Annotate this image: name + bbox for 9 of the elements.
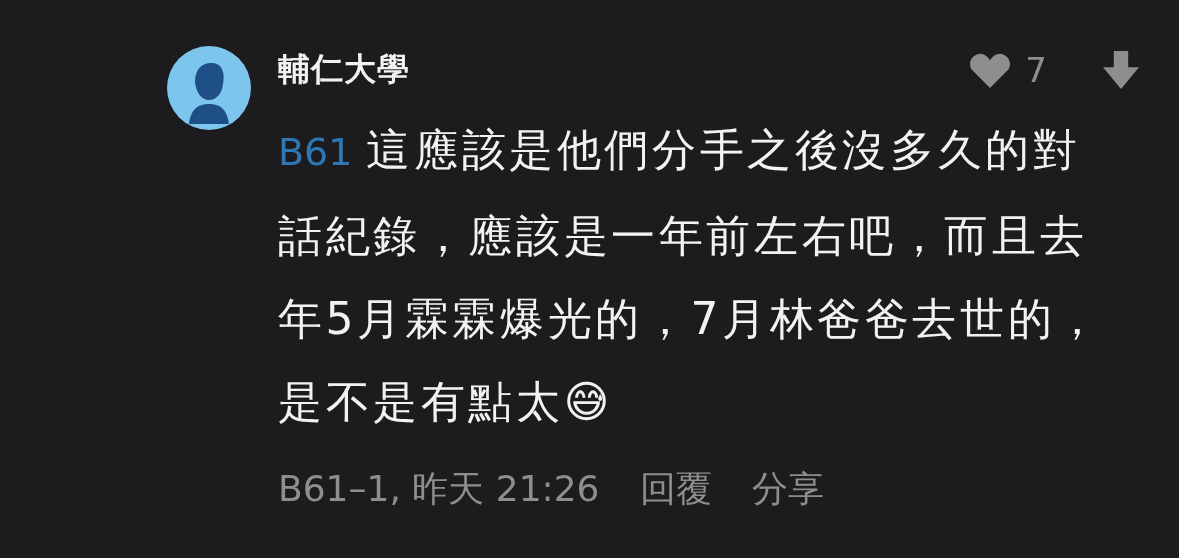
like-count: 7 — [1025, 50, 1047, 90]
heart-icon[interactable] — [969, 52, 1012, 88]
floor-link[interactable]: B61 — [278, 130, 353, 174]
arrow-down-icon[interactable] — [1103, 51, 1139, 89]
floor-timestamp: B61–1, 昨天 21:26 — [278, 467, 600, 511]
action-link[interactable]: 回覆 — [639, 465, 712, 514]
comment-text: B61 這應該是他們分手之後沒多久的對話紀錄，應該是一年前左右吧，而且去年5月霖霖爆光的，7月林爸爸去世的，是不是有點太😅 — [278, 123, 1104, 429]
action-link[interactable]: 分享 — [751, 465, 824, 514]
author-name: 輔仁大學 — [278, 49, 410, 90]
